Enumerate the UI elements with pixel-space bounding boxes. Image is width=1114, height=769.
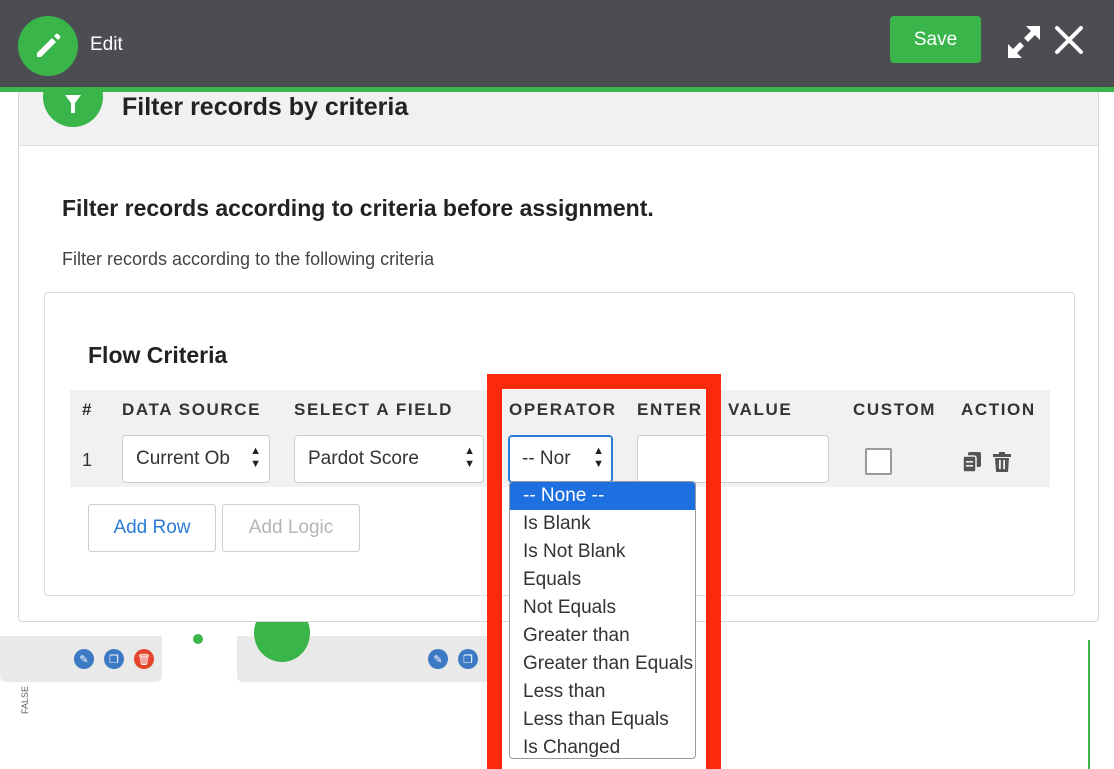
node-edit-icon[interactable]: ✎ (74, 649, 94, 669)
node-edit-icon[interactable]: ✎ (428, 649, 448, 669)
column-header-action: ACTION (961, 400, 1036, 419)
expand-icon[interactable] (1006, 24, 1042, 60)
pencil-icon (18, 16, 78, 76)
connector-dot (193, 634, 203, 644)
branch-label: FALSE (20, 686, 30, 715)
select-arrows-icon: ▲ ▼ (464, 445, 475, 470)
highlight-annotation (487, 374, 721, 769)
field-value: Pardot Score (308, 448, 419, 469)
modal-header: Edit Save (0, 0, 1114, 87)
section-header: Filter records by criteria (19, 67, 1098, 146)
column-header-data-source: DATA SOURCE (122, 400, 262, 419)
column-header-field: SELECT A FIELD (294, 400, 454, 419)
column-header-custom: CUSTOM (853, 400, 936, 419)
close-icon[interactable] (1053, 24, 1085, 56)
trash-icon[interactable] (992, 451, 1012, 473)
flow-criteria-title: Flow Criteria (88, 342, 228, 368)
column-header-number: # (82, 400, 94, 419)
node-copy-icon[interactable]: ❐ (104, 649, 124, 669)
data-source-select[interactable]: Current Ob ▲ ▼ (122, 435, 270, 483)
field-select[interactable]: Pardot Score ▲ ▼ (294, 435, 484, 483)
workflow-node-card[interactable]: ✎ ❐ 🗑 (0, 636, 162, 682)
select-arrows-icon: ▲ ▼ (250, 445, 261, 470)
node-copy-icon[interactable]: ❐ (458, 649, 478, 669)
section-title: Filter records by criteria (122, 93, 409, 121)
header-accent-bar (0, 87, 1114, 92)
add-row-button[interactable]: Add Row (88, 504, 216, 552)
criteria-description: Filter records according to the followin… (62, 249, 435, 269)
add-logic-button[interactable]: Add Logic (222, 504, 360, 552)
modal-title: Edit (90, 34, 123, 55)
copy-icon[interactable] (962, 451, 982, 473)
custom-checkbox[interactable] (865, 448, 892, 475)
save-button[interactable]: Save (890, 16, 981, 63)
column-header-value: VALUE (728, 400, 793, 419)
criteria-heading: Filter records according to criteria bef… (62, 195, 654, 221)
connector-line (1088, 640, 1090, 769)
row-number: 1 (82, 450, 93, 470)
node-delete-icon[interactable]: 🗑 (134, 649, 154, 669)
data-source-value: Current Ob (136, 448, 230, 469)
